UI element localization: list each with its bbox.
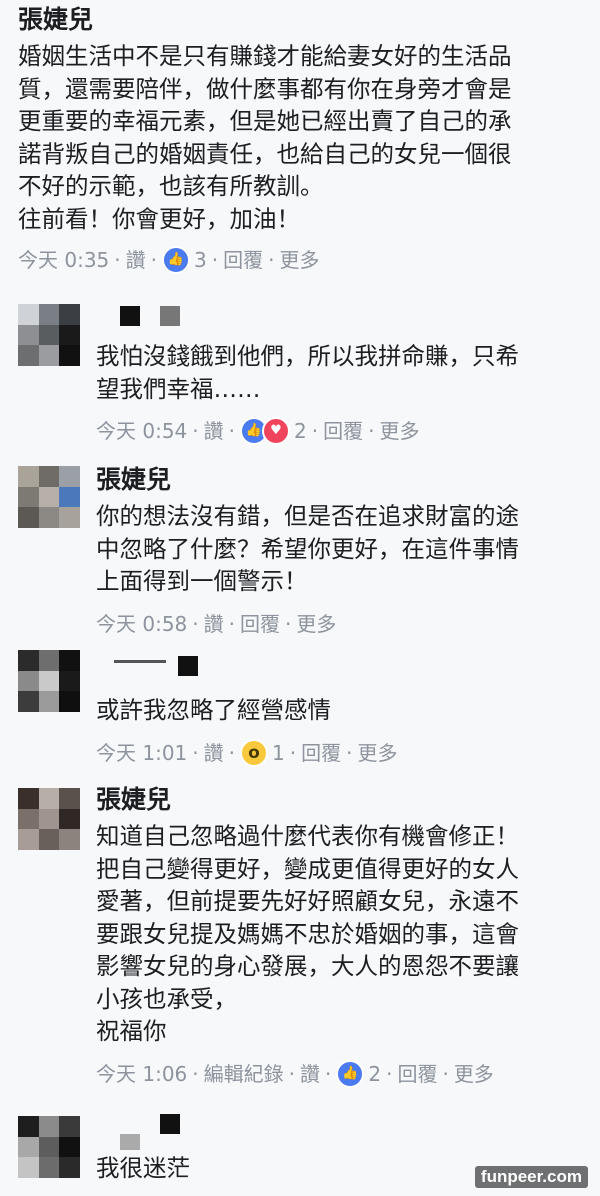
like-button[interactable]: 讚: [300, 1060, 320, 1088]
redacted-author-name: [178, 656, 198, 676]
separator-dot: ·: [288, 1061, 295, 1086]
reply-time[interactable]: 今天 0:54: [96, 417, 187, 445]
top-comment: 張婕兒 婚姻生活中不是只有賺錢才能給妻女好的生活品 質，還需要陪伴，做什麼事都有…: [18, 0, 590, 274]
reply-button[interactable]: 回覆: [323, 417, 363, 445]
reaction-count[interactable]: 2: [368, 1060, 381, 1088]
reply-meta: 今天 1:01 · 讚 · o 1 · 回覆 · 更多: [96, 738, 586, 767]
reply-button[interactable]: 回覆: [240, 610, 280, 638]
more-button[interactable]: 更多: [454, 1060, 494, 1088]
reply-button[interactable]: 回覆: [223, 246, 263, 274]
separator-dot: ·: [114, 248, 121, 272]
separator-dot: ·: [228, 740, 235, 765]
separator-dot: ·: [289, 740, 297, 765]
reply-button[interactable]: 回覆: [301, 739, 341, 767]
separator-dot: ·: [228, 611, 235, 636]
separator-dot: ·: [311, 419, 319, 443]
heart-icon[interactable]: ♥: [262, 417, 290, 445]
watermark: funpeer.com: [474, 1166, 588, 1188]
reply-text: 你的想法沒有錯，但是否在追求財富的途 中忽略了什麼？希望你更好，在這件事情 上面…: [96, 502, 519, 595]
wow-face-icon[interactable]: o: [240, 738, 268, 767]
reply-meta: 今天 0:54 · 讚 · 👍 ♥ 2 · 回覆 · 更多: [96, 417, 586, 445]
avatar[interactable]: [18, 466, 80, 528]
separator-dot: ·: [192, 419, 199, 443]
like-button[interactable]: 讚: [204, 417, 224, 445]
reply-time[interactable]: 今天 1:06: [96, 1060, 187, 1088]
redacted-author-name: [114, 660, 166, 663]
avatar[interactable]: [18, 650, 80, 712]
separator-dot: ·: [325, 1061, 332, 1086]
redacted-author-name: [120, 306, 140, 326]
reply-button[interactable]: 回覆: [397, 1060, 437, 1088]
reaction-count[interactable]: 3: [194, 246, 207, 274]
like-button[interactable]: 讚: [204, 610, 224, 638]
comment-author[interactable]: 張婕兒: [18, 2, 590, 38]
comment-meta: 今天 0:35 · 讚 · 👍 3 · 回覆 · 更多: [18, 246, 590, 274]
reaction-count[interactable]: 2: [294, 417, 307, 445]
reply-author[interactable]: 張婕兒: [96, 462, 586, 498]
more-button[interactable]: 更多: [279, 246, 319, 274]
separator-dot: ·: [386, 1061, 393, 1086]
reply-text: 我怕沒錢餓到他們，所以我拼命賺，只希 望我們幸福……: [96, 342, 519, 403]
redacted-author-name: [160, 306, 180, 326]
avatar[interactable]: [18, 304, 80, 366]
edit-history-link[interactable]: 編輯紀錄: [204, 1060, 284, 1088]
thumbs-up-icon[interactable]: 👍: [162, 246, 190, 274]
comment-text: 婚姻生活中不是只有賺錢才能給妻女好的生活品 質，還需要陪伴，做什麼事都有你在身旁…: [18, 42, 512, 233]
reply-meta: 今天 0:58 · 讚 · 回覆 · 更多: [96, 610, 586, 638]
separator-dot: ·: [268, 248, 275, 272]
separator-dot: ·: [192, 611, 199, 636]
avatar[interactable]: [18, 1116, 80, 1178]
separator-dot: ·: [192, 1061, 199, 1086]
reply-text: 知道自己忽略過什麼代表你有機會修正！ 把自己變得更好，變成更值得更好的女人 愛著…: [96, 822, 519, 1045]
like-button[interactable]: 讚: [204, 739, 224, 767]
reply-text: 或許我忽略了經營感情: [96, 696, 331, 724]
reaction-count[interactable]: 1: [272, 739, 285, 767]
separator-dot: ·: [211, 248, 219, 272]
separator-dot: ·: [346, 740, 353, 765]
comment-time[interactable]: 今天 0:35: [18, 246, 109, 274]
more-button[interactable]: 更多: [357, 739, 397, 767]
separator-dot: ·: [150, 248, 157, 272]
reply-time[interactable]: 今天 0:58: [96, 610, 187, 638]
separator-dot: ·: [228, 419, 235, 443]
separator-dot: ·: [368, 419, 375, 443]
avatar[interactable]: [18, 788, 80, 850]
reply-meta: 今天 1:06 · 編輯紀錄 · 讚 · 👍 2 · 回覆 · 更多: [96, 1059, 586, 1088]
separator-dot: ·: [285, 611, 292, 636]
separator-dot: ·: [192, 740, 199, 765]
reply-author[interactable]: 張婕兒: [96, 782, 586, 818]
redacted-author-name: [160, 1114, 180, 1134]
redacted-author-name: [120, 1134, 140, 1150]
more-button[interactable]: 更多: [379, 417, 419, 445]
more-button[interactable]: 更多: [296, 610, 336, 638]
thumbs-up-icon[interactable]: 👍: [336, 1059, 365, 1088]
like-button[interactable]: 讚: [126, 246, 146, 274]
separator-dot: ·: [442, 1061, 449, 1086]
reply-time[interactable]: 今天 1:01: [96, 739, 187, 767]
